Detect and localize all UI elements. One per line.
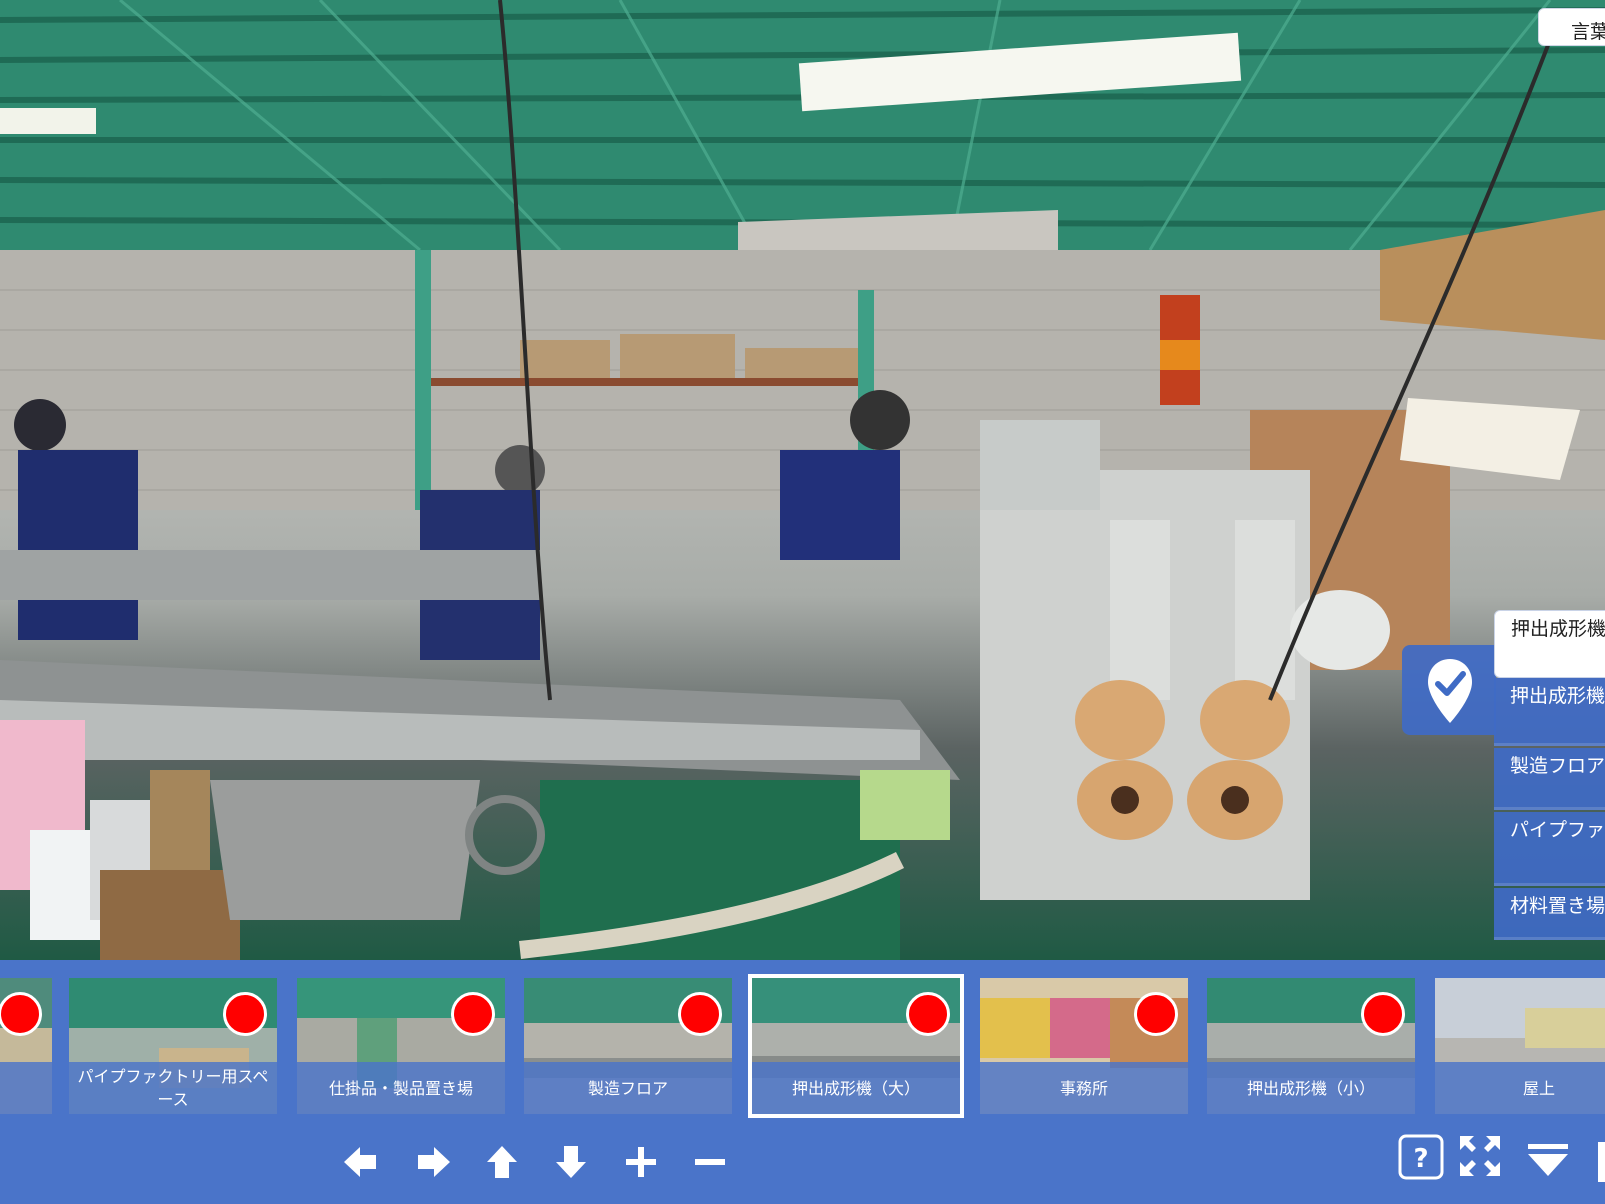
toolbar-edge-marker: [1598, 1142, 1605, 1182]
arrow-left-button[interactable]: [340, 1142, 380, 1182]
arrow-up-icon: [487, 1146, 517, 1178]
scene-thumbnail[interactable]: 仕掛品・製品置き場: [297, 978, 505, 1114]
scene-menu-item-pipe-factory-space[interactable]: パイプファクトリー用スペース: [1494, 812, 1605, 886]
zoom-out-button[interactable]: [690, 1142, 730, 1182]
thumbnail-label: 押出成形機（大）: [752, 1062, 960, 1114]
thumbnail-label: [0, 1062, 52, 1114]
help-label: ?: [1413, 1144, 1428, 1174]
arrow-left-icon: [344, 1147, 376, 1177]
plus-icon: [626, 1147, 656, 1177]
hotspot-dot: [451, 992, 495, 1036]
scene-menu-item-manufacturing-floor[interactable]: 製造フロア: [1494, 748, 1605, 810]
minus-icon: [695, 1159, 725, 1165]
navigation-control-bar: ?: [0, 1120, 1605, 1204]
panorama-viewport[interactable]: 言葉 押出成形機（大） 押出成形機（小） 製造フロア パイプファクトリー用スペー…: [0, 0, 1605, 960]
current-scene-marker: [1402, 645, 1496, 735]
hotspot-dot: [678, 992, 722, 1036]
collapse-thumbnails-button[interactable]: [1524, 1140, 1572, 1180]
thumbnail-label: 押出成形機（小）: [1207, 1062, 1415, 1114]
arrow-down-button[interactable]: [551, 1142, 591, 1182]
location-check-icon: [1428, 659, 1472, 723]
hotspot-dot: [223, 992, 267, 1036]
thumbnail-label: 製造フロア: [524, 1062, 732, 1114]
help-icon: ?: [1398, 1134, 1444, 1180]
scene-thumbnail[interactable]: 製造フロア: [524, 978, 732, 1114]
scene-thumbnail[interactable]: パイプファクトリー用スペース: [69, 978, 277, 1114]
thumbnail-label: 仕掛品・製品置き場: [297, 1062, 505, 1114]
scene-menu-item-material-storage[interactable]: 材料置き場: [1494, 888, 1605, 940]
scene-thumbnail[interactable]: 事務所: [980, 978, 1188, 1114]
thumbnail-label: 事務所: [980, 1062, 1188, 1114]
scene-thumbnail[interactable]: [0, 978, 52, 1114]
hotspot-dot: [1361, 992, 1405, 1036]
scene-thumbnail[interactable]: 屋上: [1435, 978, 1605, 1114]
language-button[interactable]: 言葉: [1538, 8, 1605, 46]
thumbnail-label: パイプファクトリー用スペース: [69, 1062, 277, 1114]
fullscreen-icon: [1460, 1136, 1500, 1176]
collapse-triangle-icon: [1528, 1144, 1568, 1176]
zoom-in-button[interactable]: [621, 1142, 661, 1182]
scene-thumbnail[interactable]: 押出成形機（小）: [1207, 978, 1415, 1114]
factory-panorama-image: [0, 0, 1605, 960]
arrow-right-button[interactable]: [414, 1142, 454, 1182]
scene-menu-item-extruder-small[interactable]: 押出成形機（小）: [1494, 678, 1605, 746]
arrow-right-icon: [418, 1147, 450, 1177]
hotspot-dot: [0, 992, 42, 1036]
arrow-up-button[interactable]: [482, 1142, 522, 1182]
scene-thumbnail-strip[interactable]: パイプファクトリー用スペース 仕掛品・製品置き場 製造フロア 押出成形機（大） …: [0, 960, 1605, 1120]
help-button[interactable]: ?: [1398, 1134, 1444, 1180]
fullscreen-button[interactable]: [1458, 1134, 1502, 1178]
scene-menu-item-extruder-large[interactable]: 押出成形機（大）: [1494, 610, 1605, 678]
arrow-down-icon: [556, 1146, 586, 1178]
hotspot-dot: [1134, 992, 1178, 1036]
scene-thumbnail-selected[interactable]: 押出成形機（大）: [748, 974, 964, 1118]
hotspot-dot: [906, 992, 950, 1036]
thumbnail-label: 屋上: [1435, 1062, 1605, 1114]
